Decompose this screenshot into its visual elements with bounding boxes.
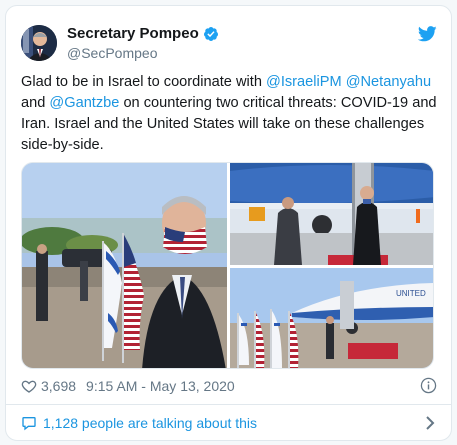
info-icon[interactable] [420, 377, 437, 394]
like-count[interactable]: 3,698 [41, 378, 76, 394]
avatar[interactable] [21, 25, 57, 61]
photo-pompeo-flags[interactable] [22, 163, 227, 369]
photo-airplane-stairs[interactable] [230, 163, 434, 265]
author-name-row[interactable]: Secretary Pompeo [67, 25, 219, 43]
tweet-text-segment: and [21, 95, 50, 111]
mention-link[interactable]: @IsraeliPM [266, 74, 342, 90]
media-grid: UNITED [21, 162, 434, 369]
author-block: Secretary Pompeo @SecPompeo [67, 25, 219, 62]
display-name[interactable]: Secretary Pompeo [67, 25, 199, 43]
tweet-text-segment: Glad to be in Israel to coordinate with [21, 74, 266, 90]
speech-bubble-icon [21, 415, 37, 431]
heart-icon[interactable] [21, 378, 37, 394]
chevron-right-icon[interactable] [425, 415, 435, 431]
conversation-link[interactable]: 1,128 people are talking about this [21, 411, 441, 435]
divider [6, 404, 451, 405]
mention-link[interactable]: @Netanyahu [346, 74, 431, 90]
twitter-bird-icon[interactable] [417, 26, 437, 42]
mention-link[interactable]: @Gantzbe [49, 95, 119, 111]
conversation-label[interactable]: 1,128 people are talking about this [43, 415, 257, 431]
plane-marking: UNITED [396, 289, 426, 298]
tweet-text: Glad to be in Israel to coordinate with … [21, 72, 441, 156]
tweet-card: Secretary Pompeo @SecPompeo Glad to be i… [5, 5, 452, 441]
tweet-stats: 3,698 9:15 AM - May 13, 2020 [21, 376, 441, 396]
verified-badge-icon [203, 26, 219, 42]
photo-plane-flags[interactable]: UNITED [230, 268, 434, 369]
author-handle[interactable]: @SecPompeo [67, 44, 219, 62]
timestamp[interactable]: 9:15 AM - May 13, 2020 [86, 378, 235, 394]
